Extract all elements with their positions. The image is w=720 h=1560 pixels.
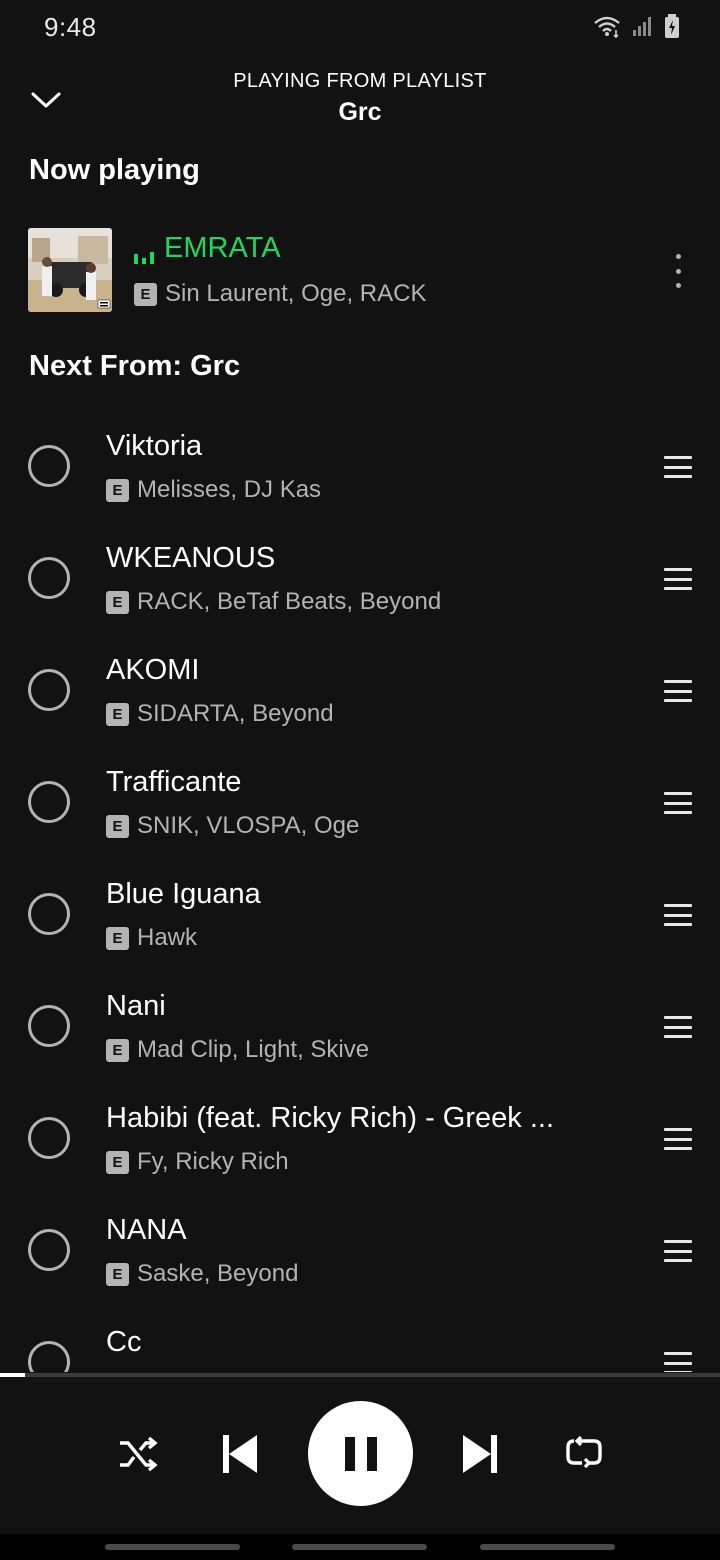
select-circle-icon[interactable] (28, 1117, 70, 1159)
track-title: NANA (106, 1214, 187, 1246)
now-playing-title-wrap: EMRATA (134, 232, 281, 265)
select-circle-icon[interactable] (28, 893, 70, 935)
track-title: WKEANOUS (106, 542, 276, 574)
wifi-icon (594, 16, 620, 38)
track-artists-wrap: E SNIK, VLOSPA, Oge (106, 812, 359, 840)
drag-handle-icon[interactable] (664, 680, 692, 702)
track-title: AKOMI (106, 654, 200, 686)
drag-handle-icon[interactable] (664, 904, 692, 926)
explicit-badge: E (106, 814, 129, 838)
now-playing-title: EMRATA (164, 232, 281, 264)
track-artists-wrap: E SIDARTA, Beyond (106, 700, 334, 728)
repeat-button[interactable] (558, 1431, 610, 1477)
drag-handle-icon[interactable] (664, 1128, 692, 1150)
select-circle-icon[interactable] (28, 1229, 70, 1271)
track-artists-wrap: E Hawk (106, 924, 197, 952)
queue-track[interactable]: Habibi (feat. Ricky Rich) - Greek ... E … (0, 1082, 720, 1194)
drag-handle-icon[interactable] (664, 1352, 692, 1372)
queue-track[interactable]: Blue Iguana E Hawk (0, 858, 720, 970)
equalizer-icon (134, 244, 154, 264)
track-title: Trafficante (106, 766, 242, 798)
explicit-badge: E (106, 478, 129, 502)
battery-icon (665, 14, 679, 38)
nav-home[interactable] (292, 1544, 427, 1550)
track-artists: Melisses, DJ Kas (137, 476, 322, 503)
explicit-badge: E (106, 702, 129, 726)
drag-handle-icon[interactable] (664, 1240, 692, 1262)
explicit-badge: E (134, 282, 157, 306)
now-playing-row[interactable]: EMRATA E Sin Laurent, Oge, RACK (0, 226, 720, 316)
status-icons (592, 14, 680, 38)
track-artists-wrap: E RACK, BeTaf Beats, Beyond (106, 588, 441, 616)
select-circle-icon[interactable] (28, 557, 70, 599)
track-title: Blue Iguana (106, 878, 261, 910)
explicit-badge: E (106, 1038, 129, 1062)
queue-track[interactable]: Nani E Mad Clip, Light, Skive (0, 970, 720, 1082)
track-artists: RACK, BeTaf Beats, Beyond (137, 588, 442, 615)
pause-button[interactable] (308, 1401, 413, 1506)
drag-handle-icon[interactable] (664, 568, 692, 590)
previous-button[interactable] (214, 1429, 264, 1479)
select-circle-icon[interactable] (28, 669, 70, 711)
track-artists: SNIK, VLOSPA, Oge (137, 812, 360, 839)
now-playing-artists: Sin Laurent, Oge, RACK (165, 280, 427, 307)
repeat-icon (566, 1435, 602, 1469)
shuffle-button[interactable] (112, 1431, 164, 1477)
track-title: Nani (106, 990, 166, 1022)
explicit-badge: E (106, 1262, 129, 1286)
context-name[interactable]: Grc (0, 98, 720, 127)
select-circle-icon[interactable] (28, 781, 70, 823)
queue-track[interactable]: Cc (0, 1306, 720, 1372)
next-button[interactable] (456, 1429, 506, 1479)
skip-next-icon (463, 1435, 497, 1473)
queue-track[interactable]: WKEANOUS E RACK, BeTaf Beats, Beyond (0, 522, 720, 634)
queue-track[interactable]: NANA E Saske, Beyond (0, 1194, 720, 1306)
skip-previous-icon (223, 1435, 257, 1473)
track-title: Viktoria (106, 430, 203, 462)
track-artists: Mad Clip, Light, Skive (137, 1036, 370, 1063)
explicit-badge: E (106, 590, 129, 614)
signal-icon (633, 17, 651, 36)
track-artists-wrap: E Fy, Ricky Rich (106, 1148, 289, 1176)
drag-handle-icon[interactable] (664, 1016, 692, 1038)
track-title: Cc (106, 1326, 142, 1358)
status-bar: 9:48 (0, 0, 720, 56)
track-artists: Hawk (137, 924, 198, 951)
select-circle-icon[interactable] (28, 1005, 70, 1047)
player-header: PLAYING FROM PLAYLIST Grc (0, 60, 720, 140)
queue-track[interactable]: Viktoria E Melisses, DJ Kas (0, 410, 720, 522)
context-label: PLAYING FROM PLAYLIST (233, 70, 487, 92)
drag-handle-icon[interactable] (664, 792, 692, 814)
explicit-badge: E (106, 1150, 129, 1174)
track-artists-wrap: E Mad Clip, Light, Skive (106, 1036, 369, 1064)
system-nav-bar (0, 1534, 720, 1560)
status-time: 9:48 (44, 12, 97, 42)
pause-icon (344, 1436, 355, 1471)
queue-list[interactable]: Viktoria E Melisses, DJ Kas WKEANOUS E R… (0, 410, 720, 1372)
album-art (28, 228, 112, 312)
track-artists: Fy, Ricky Rich (137, 1148, 289, 1175)
more-options-button[interactable] (666, 254, 690, 288)
nav-recents[interactable] (105, 1544, 240, 1550)
track-artists: SIDARTA, Beyond (137, 700, 334, 727)
explicit-badge: E (106, 926, 129, 950)
more-vertical-icon (675, 254, 681, 259)
track-artists: Saske, Beyond (137, 1260, 299, 1287)
now-playing-artists-wrap: E Sin Laurent, Oge, RACK (134, 280, 426, 308)
select-circle-icon[interactable] (28, 445, 70, 487)
queue-heading: Next From: Grc (29, 350, 241, 382)
track-title: Habibi (feat. Ricky Rich) - Greek ... (106, 1102, 554, 1134)
playback-controls (0, 1377, 720, 1534)
queue-track[interactable]: AKOMI E SIDARTA, Beyond (0, 634, 720, 746)
select-circle-icon[interactable] (28, 1341, 70, 1372)
nav-back[interactable] (480, 1544, 615, 1550)
queue-track[interactable]: Trafficante E SNIK, VLOSPA, Oge (0, 746, 720, 858)
drag-handle-icon[interactable] (664, 456, 692, 478)
shuffle-icon (120, 1436, 158, 1472)
track-artists-wrap: E Saske, Beyond (106, 1260, 298, 1288)
track-artists-wrap: E Melisses, DJ Kas (106, 476, 321, 504)
now-playing-heading: Now playing (29, 154, 200, 186)
